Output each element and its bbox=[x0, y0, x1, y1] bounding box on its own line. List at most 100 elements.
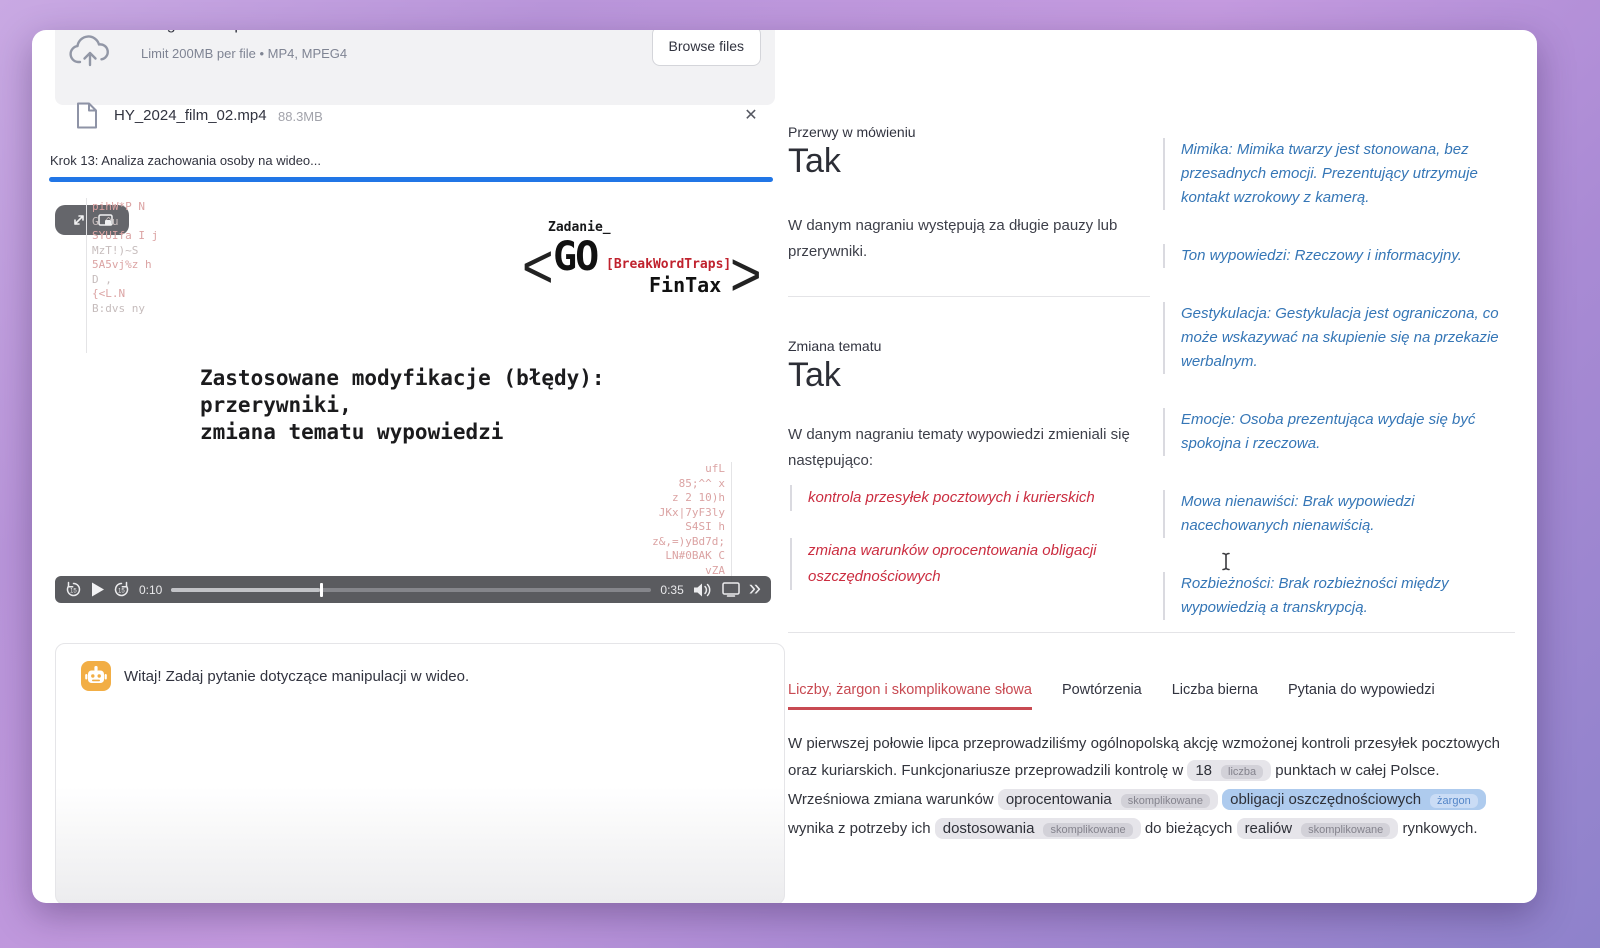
analysis-tab[interactable]: Powtórzenia bbox=[1062, 682, 1142, 710]
progress-bar bbox=[49, 177, 773, 182]
glitch-text-line: ufL bbox=[652, 462, 725, 477]
analysis-tab[interactable]: Pytania do wypowiedzi bbox=[1288, 682, 1435, 710]
app-background: { "colors": { "accent_blue": "#2176e6", … bbox=[0, 0, 1600, 948]
browse-files-button[interactable]: Browse files bbox=[652, 30, 761, 66]
glitch-text-line: z&,=)yBd7d; bbox=[652, 535, 725, 550]
section-divider bbox=[788, 296, 1150, 297]
logo-go-text: GO bbox=[553, 234, 597, 280]
volume-icon[interactable] bbox=[693, 582, 713, 598]
remove-file-button[interactable]: ✕ bbox=[738, 102, 764, 128]
glitch-text-line: JKx|7yF3ly bbox=[652, 506, 725, 521]
behavior-note: Mimika: Mimika twarzy jest stonowana, be… bbox=[1163, 138, 1519, 210]
term-word: 18 bbox=[1195, 762, 1212, 779]
logo-left-angle: < bbox=[522, 231, 554, 302]
rewind-15-button[interactable]: 15 bbox=[65, 581, 82, 598]
section-value-topic-change: Tak bbox=[788, 356, 841, 395]
video-caption-line: Zastosowane modyfikacje (błędy): bbox=[200, 365, 605, 392]
annotated-term: obligacji oszczędnościowych żargon bbox=[1222, 789, 1486, 810]
file-document-icon bbox=[76, 102, 98, 134]
behavior-note: Rozbieżności: Brak rozbieżności między w… bbox=[1163, 572, 1519, 620]
assistant-welcome-message: Witaj! Zadaj pytanie dotyczące manipulac… bbox=[124, 668, 469, 685]
topic-quote: zmiana warunków oprocentowania obligacji… bbox=[790, 538, 1130, 590]
svg-text:15: 15 bbox=[70, 589, 77, 595]
transcript-paragraph: W pierwszej połowie lipca przeprowadzili… bbox=[788, 730, 1514, 844]
video-caption: Zastosowane modyfikacje (błędy):przerywn… bbox=[200, 365, 605, 446]
more-controls-icon[interactable]: » bbox=[749, 578, 761, 598]
assistant-avatar-icon bbox=[81, 661, 111, 691]
transcript-text: do bieżących bbox=[1141, 820, 1237, 837]
glitch-text-line: SYUIfa I j bbox=[92, 229, 158, 244]
transcript-text: wynika z potrzeby ich bbox=[788, 820, 935, 837]
video-total-time: 0:35 bbox=[660, 583, 683, 597]
glitch-text-line: D , bbox=[92, 273, 158, 288]
cloud-upload-icon bbox=[69, 32, 111, 75]
glitch-text-line: G ^u bbox=[92, 215, 158, 230]
video-current-time: 0:10 bbox=[139, 583, 162, 597]
watermark-task-label: Zadanie_ bbox=[548, 220, 611, 235]
annotated-term: dostosowania skomplikowane bbox=[935, 818, 1141, 839]
logo-fintax-text: FinTax bbox=[649, 273, 721, 297]
glitch-text-line: S4SI h bbox=[652, 520, 725, 535]
term-word: oprocentowania bbox=[1006, 791, 1112, 808]
term-word: realiów bbox=[1245, 820, 1293, 837]
play-button[interactable] bbox=[91, 582, 104, 597]
video-seek-bar[interactable] bbox=[171, 588, 651, 592]
video-seek-played bbox=[171, 588, 320, 592]
main-app-card: Drag and drop file here Limit 200MB per … bbox=[32, 30, 1537, 903]
section-desc-pauses: W danym nagraniu występują za długie pau… bbox=[788, 213, 1133, 265]
uploaded-file-size: 88.3MB bbox=[278, 109, 323, 124]
term-word: obligacji oszczędnościowych bbox=[1230, 791, 1421, 808]
glitch-text-line: {<L.N bbox=[92, 287, 158, 302]
tabs-top-divider bbox=[788, 632, 1515, 633]
annotated-term: oprocentowania skomplikowane bbox=[998, 789, 1218, 810]
fullscreen-icon[interactable] bbox=[72, 213, 86, 227]
analysis-tab[interactable]: Liczba bierna bbox=[1172, 682, 1258, 710]
annotated-term: 18liczba bbox=[1187, 760, 1271, 781]
forward-15-button[interactable]: 15 bbox=[113, 581, 130, 598]
term-badge: skomplikowane bbox=[1121, 794, 1210, 808]
chat-container: Witaj! Zadaj pytanie dotyczące manipulac… bbox=[55, 643, 785, 903]
term-word: dostosowania bbox=[943, 820, 1035, 837]
transcript-text: rynkowych. bbox=[1398, 820, 1477, 837]
behavior-note: Gestykulacja: Gestykulacja jest ogranicz… bbox=[1163, 302, 1519, 374]
dropzone-limit-text: Limit 200MB per file • MP4, MPEG4 bbox=[141, 46, 347, 61]
video-caption-line: przerywniki, bbox=[200, 392, 605, 419]
section-value-pauses: Tak bbox=[788, 142, 841, 181]
section-label-topic-change: Zmiana tematu bbox=[788, 338, 881, 354]
text-cursor bbox=[1220, 552, 1232, 576]
video-glitch-rule-left bbox=[86, 198, 87, 353]
behavior-notes-list: Mimika: Mimika twarzy jest stonowana, be… bbox=[1163, 138, 1519, 654]
glitch-text-line: B:dvs ny bbox=[92, 302, 158, 317]
term-badge: żargon bbox=[1430, 794, 1478, 808]
video-glitch-text-left: pihW*P NG ^uSYUIfa I jMzT!)~S5A5vj%z hD … bbox=[92, 200, 158, 316]
video-caption-line: zmiana tematu wypowiedzi bbox=[200, 419, 605, 446]
glitch-text-line: LN#0BAK C bbox=[652, 549, 725, 564]
behavior-note: Emocje: Osoba prezentująca wydaje się by… bbox=[1163, 408, 1519, 456]
glitch-text-line: 85;^^ x bbox=[652, 477, 725, 492]
dropzone-label: Drag and drop file here bbox=[141, 30, 305, 34]
progress-step-label: Krok 13: Analiza zachowania osoby na wid… bbox=[50, 153, 321, 168]
section-desc-topic-change: W danym nagraniu tematy wypowiedzi zmien… bbox=[788, 422, 1156, 474]
section-label-pauses: Przerwy w mówieniu bbox=[788, 124, 916, 140]
cast-screen-icon[interactable] bbox=[722, 582, 740, 597]
glitch-text-line: pihW*P N bbox=[92, 200, 158, 215]
behavior-note: Mowa nienawiści: Brak wypowiedzi nacecho… bbox=[1163, 490, 1519, 538]
glitch-text-line: MzT!)~S bbox=[92, 244, 158, 259]
video-glitch-text-right: ufL85;^^ xz 2 10)hJKx|7yF3lyS4SI hz&,=)y… bbox=[652, 462, 725, 578]
behavior-note: Ton wypowiedzi: Rzeczowy i informacyjny. bbox=[1163, 244, 1519, 268]
term-badge: skomplikowane bbox=[1301, 823, 1390, 837]
video-controls-bar: 15 15 0:10 0:35 bbox=[55, 576, 771, 603]
analysis-tab-bar: Liczby, żargon i skomplikowane słowa Powt… bbox=[788, 682, 1435, 710]
analysis-tab[interactable]: Liczby, żargon i skomplikowane słowa bbox=[788, 682, 1032, 710]
topic-quote: kontrola przesyłek pocztowych i kuriersk… bbox=[790, 485, 1130, 511]
glitch-text-line: z 2 10)h bbox=[652, 491, 725, 506]
video-seek-handle[interactable] bbox=[320, 583, 323, 597]
svg-text:15: 15 bbox=[118, 589, 125, 595]
topic-change-list: kontrola przesyłek pocztowych i kuriersk… bbox=[790, 485, 1130, 617]
annotated-term: realiów skomplikowane bbox=[1237, 818, 1399, 839]
video-glitch-rule-right bbox=[731, 462, 732, 588]
glitch-text-line: 5A5vj%z h bbox=[92, 258, 158, 273]
file-dropzone[interactable]: Drag and drop file here Limit 200MB per … bbox=[55, 30, 775, 105]
term-badge: skomplikowane bbox=[1043, 823, 1132, 837]
logo-breakwordtraps-text: [BreakWordTraps] bbox=[606, 257, 731, 272]
